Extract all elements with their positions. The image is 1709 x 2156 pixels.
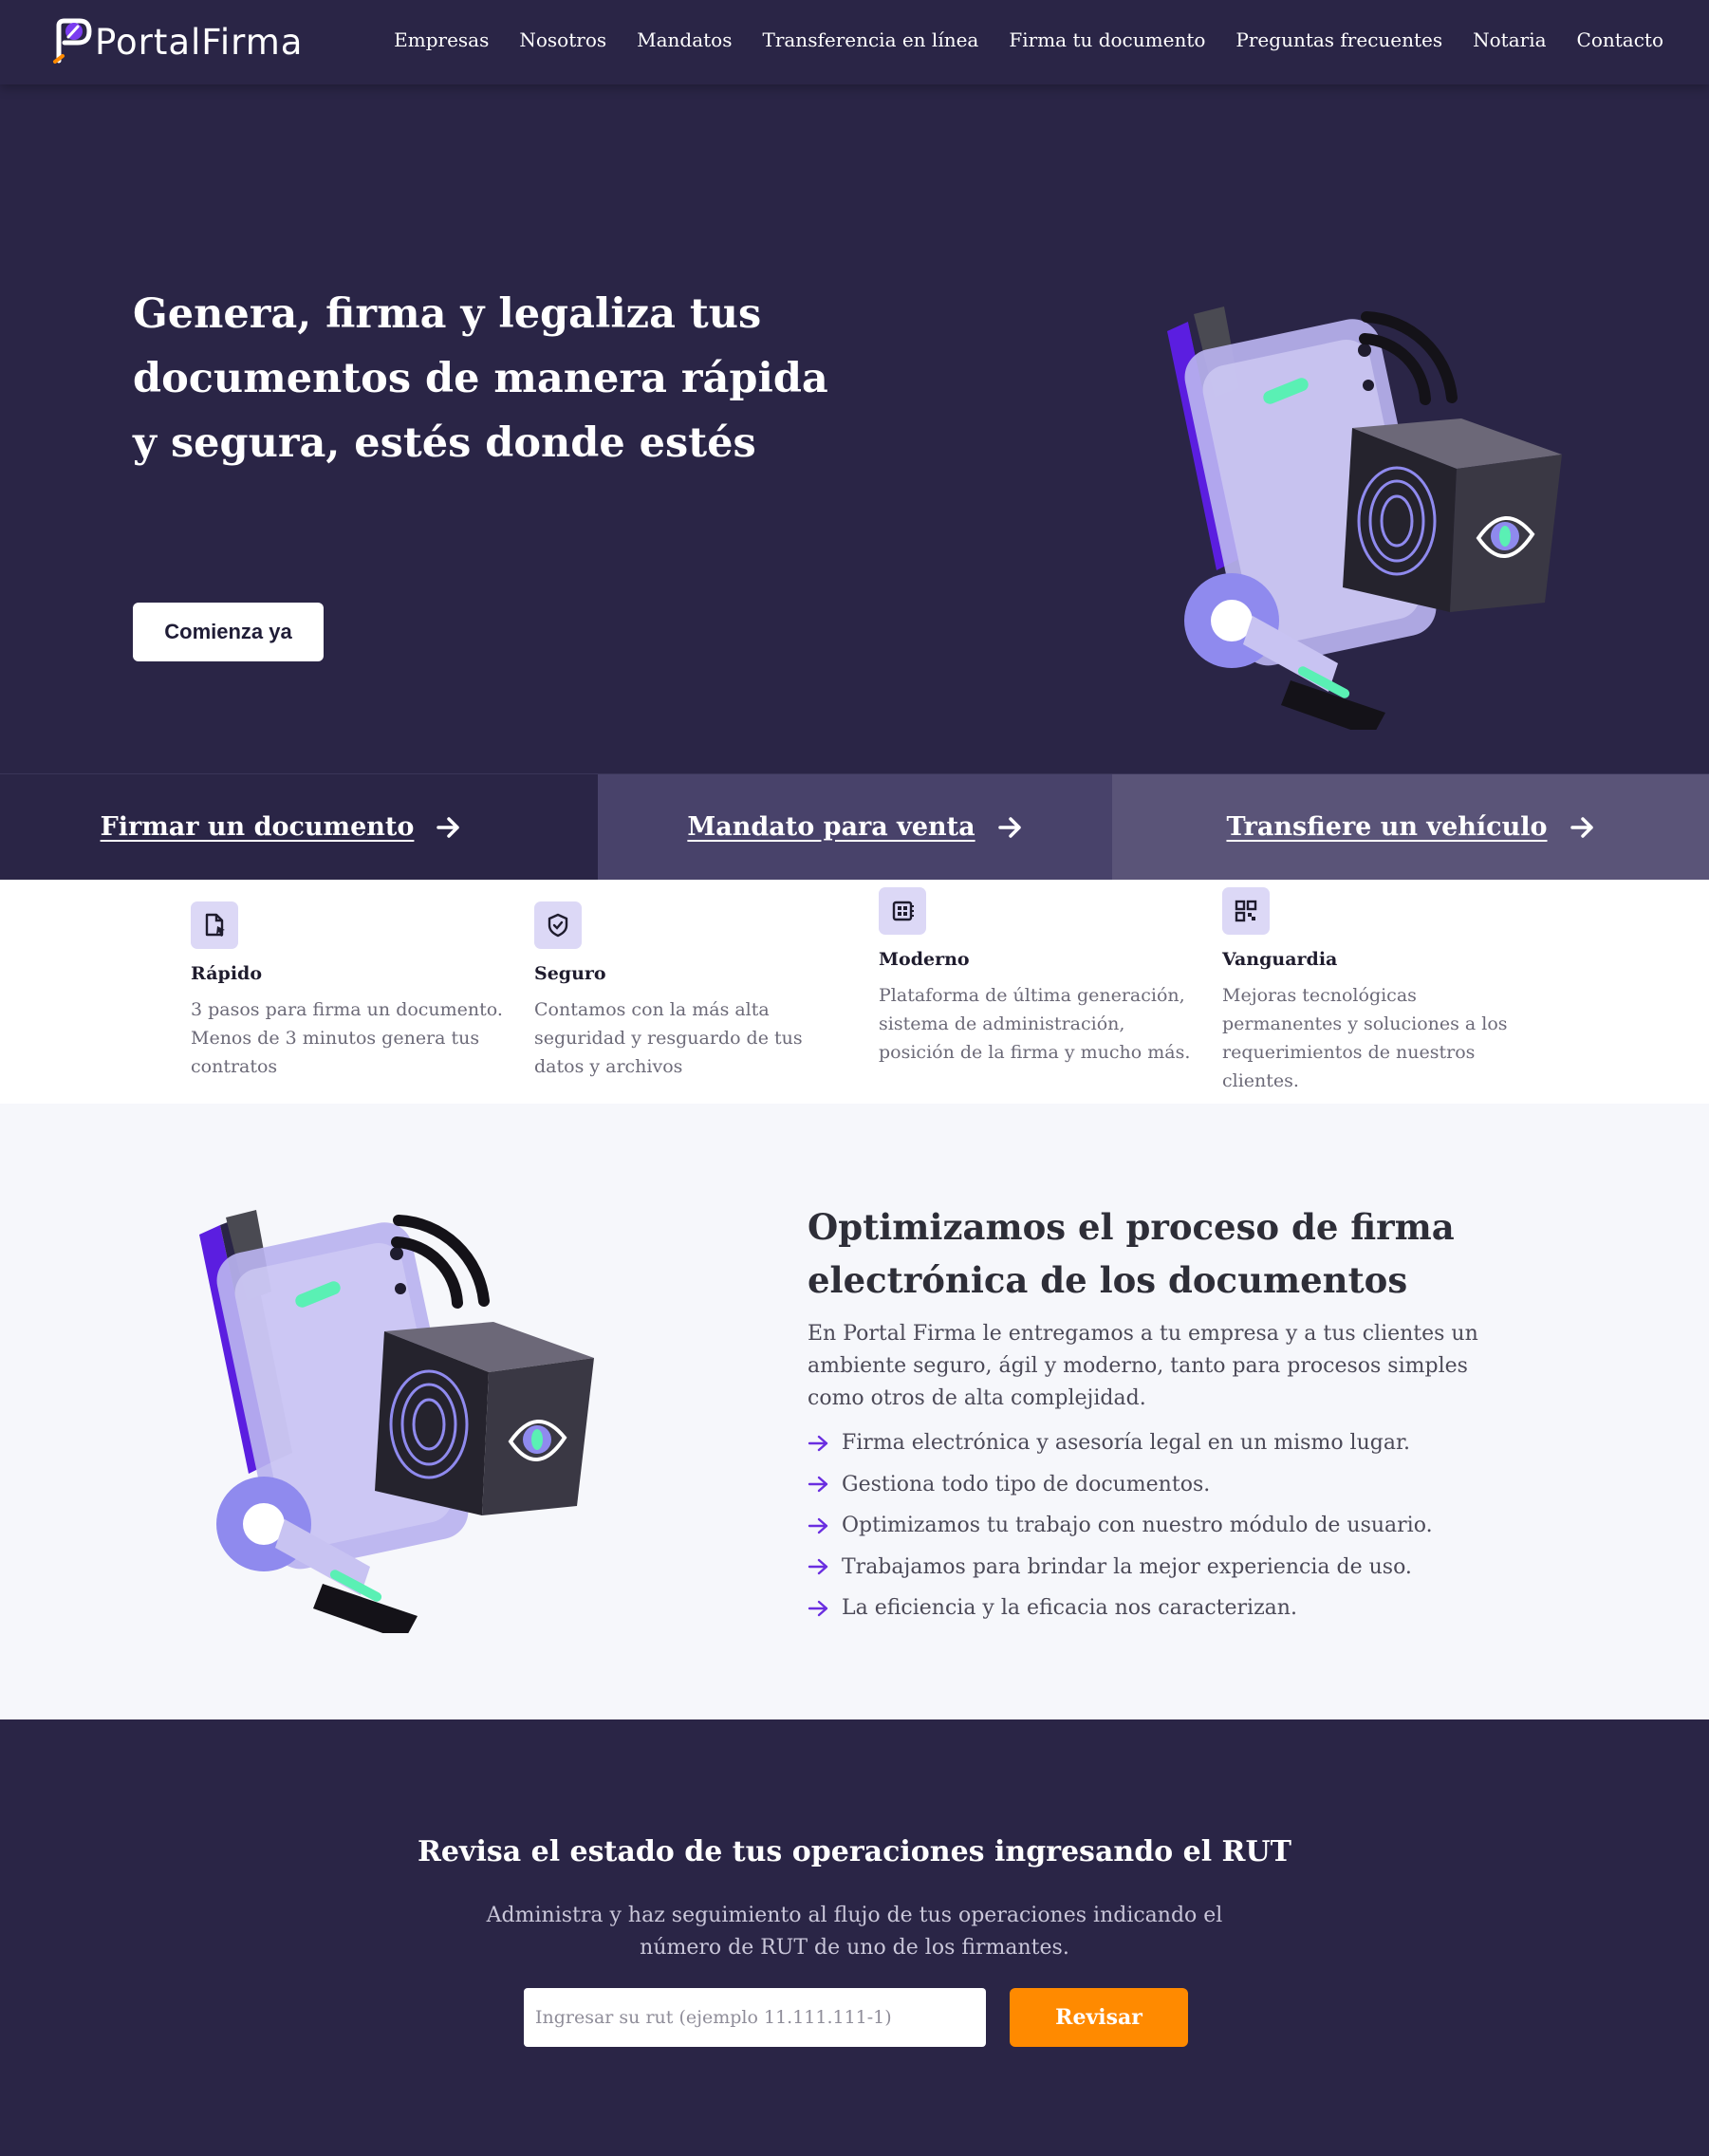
nav-nosotros[interactable]: Nosotros [519, 28, 606, 51]
brand-logo[interactable]: PortalFirma [49, 17, 303, 66]
feature-title: Rápido [191, 963, 262, 984]
arrow-right-icon [437, 816, 460, 838]
feature-text: Mejoras tecnológicas permanentes y soluc… [1222, 985, 1508, 1091]
arrow-right-icon [1570, 816, 1593, 838]
optimize-section: Optimizamos el proceso de firma electrón… [0, 1104, 1709, 1719]
hero-title: Genera, firma y legaliza tus documentos … [133, 290, 828, 467]
feature-text: Contamos con la más alta seguridad y res… [534, 999, 803, 1077]
main-nav: Empresas Nosotros Mandatos Transferencia… [394, 28, 1663, 51]
nav-firma-documento[interactable]: Firma tu documento [1009, 28, 1205, 51]
feature-rapido: Rápido 3 pasos para firma un documento. … [191, 901, 504, 1081]
feature-title: Seguro [534, 963, 606, 984]
feature-text: Plataforma de última generación, sistema… [879, 985, 1191, 1063]
action-bar: Firmar un documento Mandato para venta T… [0, 773, 1709, 880]
firmar-documento-link[interactable]: Firmar un documento [0, 773, 598, 880]
nav-transferencia[interactable]: Transferencia en línea [762, 28, 978, 51]
action-label: Mandato para venta [687, 812, 975, 842]
nav-notaria[interactable]: Notaria [1473, 28, 1546, 51]
optimize-description: En Portal Firma le entregamos a tu empre… [808, 1322, 1478, 1410]
action-label: Firmar un documento [100, 812, 415, 842]
arrow-right-icon [808, 1435, 828, 1451]
list-item: Optimizamos tu trabajo con nuestro módul… [808, 1505, 1433, 1547]
bullet-text: Gestiona todo tipo de documentos. [842, 1472, 1211, 1496]
shield-check-icon [534, 901, 582, 949]
rut-check-section: Revisa el estado de tus operaciones ingr… [0, 1719, 1709, 2156]
qr-code-icon [1222, 887, 1270, 935]
signature-pen-logo-icon [53, 18, 92, 64]
arrow-right-icon [808, 1600, 828, 1616]
arrow-right-icon [808, 1559, 828, 1575]
revisar-button[interactable]: Revisar [1010, 1988, 1188, 2047]
brand-name: PortalFirma [95, 21, 304, 63]
feature-moderno: Moderno Plataforma de última generación,… [879, 887, 1192, 1067]
feature-vanguardia: Vanguardia Mejoras tecnológicas permanen… [1222, 887, 1535, 1095]
arrow-right-icon [808, 1477, 828, 1493]
navbar: PortalFirma Empresas Nosotros Mandatos T… [0, 0, 1709, 84]
chip-icon [879, 887, 926, 935]
arrow-right-icon [997, 816, 1021, 838]
rut-input[interactable] [524, 1988, 986, 2047]
feature-text: 3 pasos para firma un documento. Menos d… [191, 999, 503, 1077]
bullet-text: La eficiencia y la eficacia nos caracter… [842, 1596, 1297, 1621]
feature-title: Moderno [879, 949, 970, 970]
bullet-text: Firma electrónica y asesoría legal en un… [842, 1431, 1411, 1456]
hero-section: Genera, firma y legaliza tus documentos … [0, 84, 1709, 773]
comienza-ya-button[interactable]: Comienza ya [133, 603, 324, 661]
action-label: Transfiere un vehículo [1226, 812, 1548, 842]
list-item: Trabajamos para brindar la mejor experie… [808, 1547, 1433, 1589]
bullet-text: Optimizamos tu trabajo con nuestro módul… [842, 1514, 1433, 1538]
document-cursor-icon [191, 901, 238, 949]
rut-description: Administra y haz seguimiento al flujo de… [486, 1904, 1223, 1960]
feature-seguro: Seguro Contamos con la más alta segurida… [534, 901, 847, 1081]
bullet-text: Trabajamos para brindar la mejor experie… [842, 1554, 1412, 1579]
optimize-title: Optimizamos el proceso de firma electrón… [808, 1206, 1455, 1301]
nav-contacto[interactable]: Contacto [1577, 28, 1663, 51]
secure-device-illustration [180, 1197, 617, 1633]
secure-device-illustration [1148, 293, 1585, 730]
feature-title: Vanguardia [1222, 949, 1338, 970]
transfiere-vehiculo-link[interactable]: Transfiere un vehículo [1112, 773, 1709, 880]
list-item: La eficiencia y la eficacia nos caracter… [808, 1588, 1433, 1629]
mandato-venta-link[interactable]: Mandato para venta [598, 773, 1112, 880]
nav-preguntas[interactable]: Preguntas frecuentes [1235, 28, 1442, 51]
features-section: Rápido 3 pasos para firma un documento. … [0, 880, 1709, 1104]
optimize-bullet-list: Firma electrónica y asesoría legal en un… [808, 1422, 1433, 1629]
rut-title: Revisa el estado de tus operaciones ingr… [418, 1835, 1291, 1868]
arrow-right-icon [808, 1517, 828, 1533]
list-item: Gestiona todo tipo de documentos. [808, 1464, 1433, 1506]
nav-mandatos[interactable]: Mandatos [637, 28, 732, 51]
nav-empresas[interactable]: Empresas [394, 28, 489, 51]
list-item: Firma electrónica y asesoría legal en un… [808, 1422, 1433, 1464]
